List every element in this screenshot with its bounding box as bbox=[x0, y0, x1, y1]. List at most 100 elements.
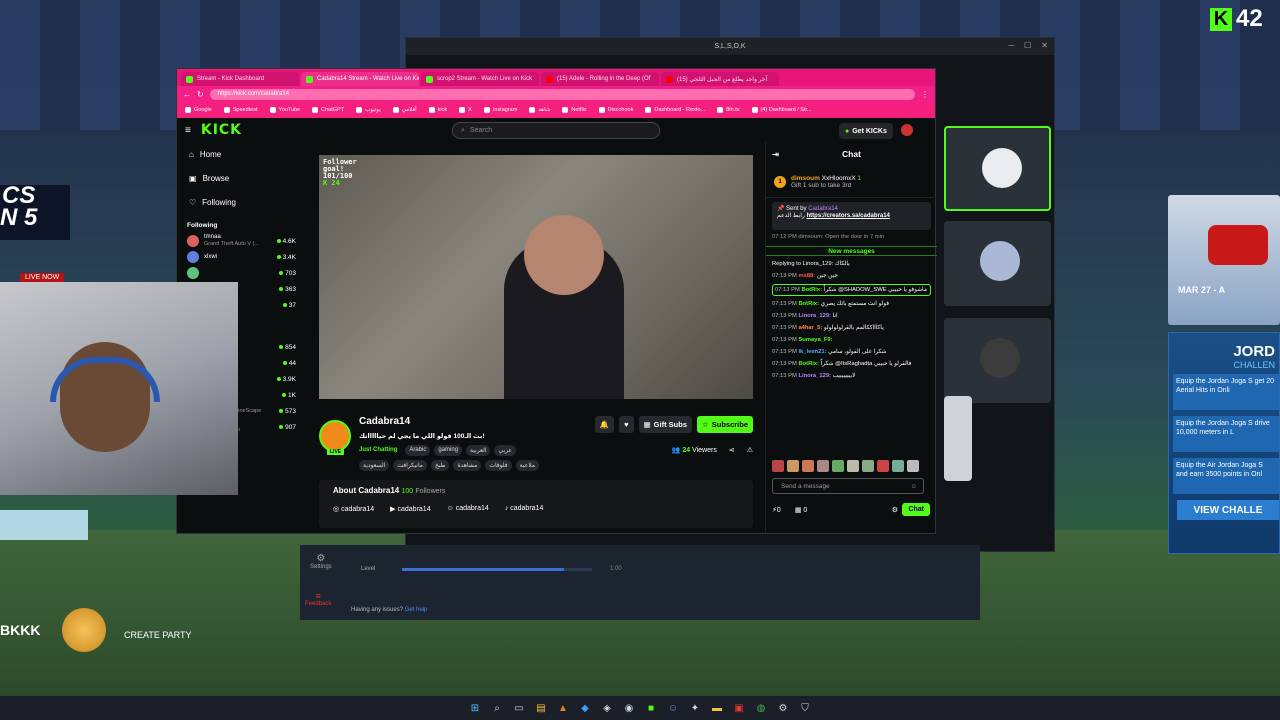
bookmark[interactable]: Discohook bbox=[598, 107, 633, 113]
channel-name[interactable]: Cadabra14 bbox=[359, 416, 410, 427]
gift-subs-button[interactable]: ▦ Gift Subs bbox=[638, 416, 692, 433]
feedback-nav[interactable]: ≡ Feedback bbox=[305, 591, 331, 607]
chat-username[interactable]: a4har_5: bbox=[798, 325, 822, 331]
notify-button[interactable]: 🔔 bbox=[594, 416, 615, 433]
browser-tab[interactable]: (15) Adele - Rolling in the Deep (Of bbox=[541, 72, 659, 86]
chat-message[interactable]: 07:13 PM Linora_129: لابيبيبيبيب bbox=[772, 372, 931, 380]
emote-icon[interactable] bbox=[787, 460, 799, 472]
chat-message[interactable]: 07:13 PM lk_leen21: شكرا على الفولو، سام… bbox=[772, 348, 931, 356]
bookmark[interactable]: kick bbox=[428, 107, 447, 113]
follow-button[interactable]: ♥ bbox=[619, 416, 634, 433]
chat-message[interactable]: 07:13 PM a4har_5: ياكاااككالمم بالقرلولو… bbox=[772, 324, 931, 332]
app-icon[interactable]: ▲ bbox=[555, 700, 571, 716]
new-messages-divider[interactable]: New messages bbox=[766, 246, 937, 256]
pinned-link[interactable]: https://creators.sa/cadabra14 bbox=[807, 213, 890, 219]
search-input[interactable]: ⌕ Search bbox=[452, 122, 660, 139]
stream-tag[interactable]: العربية bbox=[466, 445, 491, 456]
folder-icon[interactable]: ▬ bbox=[709, 700, 725, 716]
emote-icon[interactable] bbox=[802, 460, 814, 472]
following-item[interactable]: tmnaa Grand Theft Auto V (... 4.6K bbox=[177, 233, 302, 249]
chat-message[interactable]: 07:13 PM ms88: جين جين bbox=[772, 272, 931, 280]
browser-tab[interactable]: Cadabra14 Stream - Watch Live on Kick bbox=[301, 72, 419, 86]
bookmark[interactable]: Netflix bbox=[562, 107, 587, 113]
chat-settings-icon[interactable]: ⚙ bbox=[892, 506, 898, 514]
subscribe-button[interactable]: ☆ Subscribe bbox=[697, 416, 753, 433]
task-view-icon[interactable]: ▭ bbox=[511, 700, 527, 716]
maximize-icon[interactable]: ☐ bbox=[1024, 41, 1031, 50]
emote-icon[interactable] bbox=[862, 460, 874, 472]
chat-message[interactable]: 07:13 PM BotRix: فولو انت مستمتع باثك يص… bbox=[772, 300, 931, 308]
bookmark[interactable]: Google bbox=[185, 107, 212, 113]
nav-following[interactable]: ♡ Following bbox=[177, 190, 302, 214]
chat-message[interactable]: 07:13 PM BotRix: شكراً @ItsRaghadta فالق… bbox=[772, 360, 931, 368]
chat-username[interactable]: Linora_129: bbox=[798, 373, 831, 379]
browser-tab[interactable]: scrop2 Stream - Watch Live on Kick bbox=[421, 72, 539, 86]
emote-icon[interactable] bbox=[847, 460, 859, 472]
get-help-link[interactable]: Get help bbox=[405, 607, 428, 613]
windows-start-icon[interactable]: ⊞ bbox=[467, 700, 483, 716]
back-icon[interactable]: ← bbox=[183, 90, 191, 99]
gift-balance[interactable]: ▦ 0 bbox=[795, 506, 807, 514]
shield-icon[interactable]: ⛉ bbox=[797, 700, 813, 716]
report-icon[interactable]: ⚠ bbox=[747, 446, 753, 454]
steam-icon[interactable]: ✦ bbox=[687, 700, 703, 716]
stream-tag[interactable]: مشاهدة bbox=[453, 460, 482, 471]
bookmark[interactable]: Dashboard - Resto... bbox=[645, 107, 705, 113]
collapse-chat-icon[interactable]: ⇥ bbox=[772, 149, 779, 160]
browser-tab[interactable]: Stream - Kick Dashboard bbox=[181, 72, 299, 86]
discord-icon[interactable]: ☺ bbox=[665, 700, 681, 716]
challenge-item[interactable]: Equip the Jordan Joga S drive 10,000 met… bbox=[1173, 416, 1279, 452]
emote-icon[interactable] bbox=[877, 460, 889, 472]
extensions-icon[interactable]: ⋮ bbox=[921, 90, 929, 99]
minimize-icon[interactable]: ─ bbox=[1008, 41, 1014, 50]
chrome-icon[interactable]: ◍ bbox=[753, 700, 769, 716]
bookmark[interactable]: ChatGPT bbox=[312, 107, 344, 113]
chat-username[interactable]: BotRix: bbox=[798, 361, 819, 367]
challenge-item[interactable]: Equip the Air Jordan Joga S and earn 350… bbox=[1173, 458, 1279, 494]
bookmark[interactable]: أفلامي bbox=[392, 107, 417, 113]
chat-message[interactable]: Replying to Linora_129: يالكاك bbox=[772, 260, 931, 268]
view-challenges-button[interactable]: VIEW CHALLE bbox=[1177, 500, 1279, 520]
share-icon[interactable]: ⋖ bbox=[729, 446, 735, 454]
chat-username[interactable]: Sumaya_F9: bbox=[798, 337, 832, 343]
bookmark[interactable]: Speedtest bbox=[223, 107, 258, 113]
emoji-icon[interactable]: ☺ bbox=[910, 483, 917, 490]
participant-tile[interactable] bbox=[944, 396, 972, 481]
chat-message[interactable]: 07:13 PM Sumaya_F9: bbox=[772, 336, 931, 344]
bookmark[interactable]: شاهد bbox=[529, 107, 550, 113]
stream-tag[interactable]: ملاعبة bbox=[515, 460, 540, 471]
chat-input[interactable]: Send a message ☺ bbox=[772, 478, 924, 494]
participant-tile[interactable] bbox=[944, 126, 1051, 211]
tiktok-link[interactable]: ♪ cadabra14 bbox=[505, 505, 544, 513]
stream-tag[interactable]: مانيكرافت bbox=[393, 460, 427, 471]
discord-link[interactable]: ☺ cadabra14 bbox=[447, 505, 489, 513]
bookmark[interactable]: 8th.tv bbox=[717, 107, 740, 113]
url-field[interactable]: https://kick.com/cadabra14 bbox=[209, 88, 915, 100]
stream-tag[interactable]: فلوقات bbox=[485, 460, 512, 471]
following-item[interactable]: 703 bbox=[177, 265, 302, 281]
category-link[interactable]: Just Chatting bbox=[359, 445, 401, 456]
search-icon[interactable]: ⌕ bbox=[489, 700, 505, 716]
get-kicks-button[interactable]: ● Get KICKs bbox=[839, 123, 893, 139]
file-explorer-icon[interactable]: ▤ bbox=[533, 700, 549, 716]
chat-username[interactable]: BotRix: bbox=[798, 301, 819, 307]
chat-username[interactable]: lk_leen21: bbox=[798, 349, 826, 355]
stream-tag[interactable]: Arabic bbox=[405, 445, 431, 456]
bookmark[interactable]: Instagram bbox=[483, 107, 517, 113]
nav-home[interactable]: ⌂ Home bbox=[177, 142, 302, 166]
stream-tag[interactable]: عربي bbox=[494, 445, 517, 456]
emote-icon[interactable] bbox=[772, 460, 784, 472]
kick-logo[interactable]: KICK bbox=[201, 122, 242, 138]
browser-tab[interactable]: (15) آخر واحد يطلع من الجبل الثلجي bbox=[661, 72, 779, 86]
send-chat-button[interactable]: Chat bbox=[902, 503, 930, 516]
level-slider[interactable] bbox=[402, 568, 592, 571]
chat-username[interactable]: ms88: bbox=[798, 273, 815, 279]
bookmark[interactable]: YouTube bbox=[269, 107, 300, 113]
bookmark[interactable]: يوتيوب bbox=[356, 107, 381, 113]
close-icon[interactable]: ✕ bbox=[1041, 41, 1048, 50]
instagram-link[interactable]: ◎ cadabra14 bbox=[333, 505, 374, 513]
chat-message[interactable]: 07:13 PM Linora_129: انا bbox=[772, 312, 931, 320]
participant-tile[interactable] bbox=[944, 221, 1051, 306]
stream-tag[interactable]: طبخ bbox=[430, 460, 450, 471]
participant-tile[interactable] bbox=[944, 318, 1051, 403]
